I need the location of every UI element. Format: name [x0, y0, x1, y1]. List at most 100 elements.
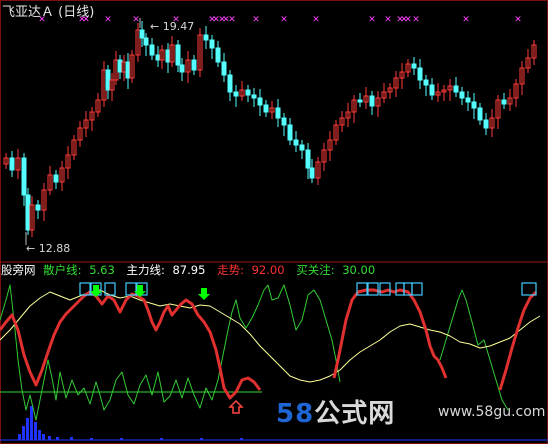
trend-line-mid	[332, 288, 448, 379]
candle	[139, 21, 145, 47]
candle	[321, 143, 327, 171]
volume-bar	[30, 406, 33, 440]
candle	[185, 51, 191, 83]
candle	[159, 45, 165, 69]
candle-body	[293, 139, 299, 146]
candlestick-series[interactable]	[3, 21, 537, 237]
candle	[459, 87, 465, 105]
retail-label-text: 散户线:	[43, 263, 82, 277]
candle	[47, 166, 53, 195]
candle	[143, 33, 149, 56]
candle	[441, 85, 447, 101]
candle-body	[155, 54, 161, 61]
candle	[155, 46, 161, 67]
candle	[269, 101, 275, 119]
candle	[77, 121, 83, 147]
candle	[35, 200, 41, 219]
candle-body	[139, 29, 145, 39]
candle	[65, 146, 71, 179]
signal-marker-icon: ✕	[104, 15, 112, 25]
candle	[417, 59, 423, 89]
focus-value: 30.00	[342, 263, 376, 277]
candle-body	[257, 97, 263, 106]
volume-bar	[34, 422, 37, 440]
candle-body	[227, 74, 233, 93]
signal-marker-icon: ✕	[312, 15, 320, 25]
candle-body	[275, 107, 281, 119]
candle	[101, 61, 107, 107]
candle	[191, 55, 197, 75]
candle	[281, 113, 287, 136]
candle	[169, 36, 175, 67]
candle	[135, 23, 141, 62]
candle-body	[423, 79, 429, 86]
candle	[9, 151, 15, 177]
volume-bar	[48, 436, 51, 440]
trend-line-right	[498, 290, 538, 391]
candle	[83, 111, 89, 137]
candle	[423, 75, 429, 96]
candle-body	[245, 89, 251, 96]
candle	[3, 153, 9, 169]
volume-bar	[18, 434, 21, 440]
candle	[399, 63, 405, 89]
main-value: 87.95	[172, 263, 206, 277]
signal-markers: ✕ ✕✕ ✕ ✕ ✕ ✕✕✕✕✕ ✕ ✕ ✕ ✕ ✕ ✕✕✕ ✕ ✕ ✕	[38, 15, 522, 25]
candle-body	[459, 91, 465, 99]
focus-label: 买关注: 30.00	[296, 263, 379, 277]
candle	[501, 93, 507, 109]
high-price-value: 19.47	[162, 20, 195, 33]
candle	[387, 83, 393, 99]
volume-bar	[42, 434, 45, 440]
candle	[105, 65, 111, 99]
candle	[215, 41, 221, 67]
candle-body	[215, 47, 221, 63]
candle	[447, 79, 453, 101]
candle	[405, 59, 411, 77]
trend-line	[0, 290, 262, 400]
candle	[109, 73, 115, 101]
candle	[345, 103, 351, 127]
candle-body	[125, 61, 131, 79]
candle-body	[149, 44, 155, 56]
candle-body	[501, 99, 507, 105]
candle-body	[263, 104, 269, 113]
down-arrow-icon	[198, 288, 210, 300]
candle	[287, 118, 293, 145]
candle	[305, 143, 311, 179]
candle	[393, 71, 399, 97]
candle-body	[203, 34, 209, 41]
signal-marker-icon: ✕	[412, 15, 420, 25]
candle-body	[9, 157, 15, 171]
candle-body	[453, 85, 459, 93]
candle-body	[281, 117, 287, 126]
chart-canvas[interactable]: ✕ ✕✕ ✕ ✕ ✕ ✕✕✕✕✕ ✕ ✕ ✕ ✕ ✕ ✕✕✕ ✕ ✕ ✕	[0, 0, 548, 444]
candle-body	[429, 84, 435, 96]
candle	[15, 149, 21, 179]
candle	[245, 85, 251, 102]
candle	[263, 100, 269, 117]
candle	[197, 28, 203, 77]
signal-marker-icon: ✕	[228, 15, 236, 25]
candle-body	[287, 124, 293, 141]
trend-value: 92.00	[251, 263, 285, 277]
candle-body	[357, 99, 363, 103]
candle-body	[35, 204, 41, 211]
candle	[435, 83, 441, 102]
candle	[309, 159, 315, 183]
candle-body	[477, 107, 483, 121]
candle	[53, 170, 59, 189]
candle	[339, 111, 345, 132]
candle-body	[411, 63, 417, 69]
chart-frame	[0, 0, 548, 444]
candle	[25, 188, 31, 235]
main-line	[0, 289, 541, 383]
candle	[471, 93, 477, 119]
candle	[299, 140, 305, 159]
candle	[507, 89, 513, 111]
volume-bar	[22, 426, 25, 440]
candle	[239, 81, 245, 101]
signal-marker-icon: ✕	[404, 15, 412, 25]
trend-label: 走势: 92.00	[217, 263, 288, 277]
watermark-number: 58	[276, 399, 315, 429]
